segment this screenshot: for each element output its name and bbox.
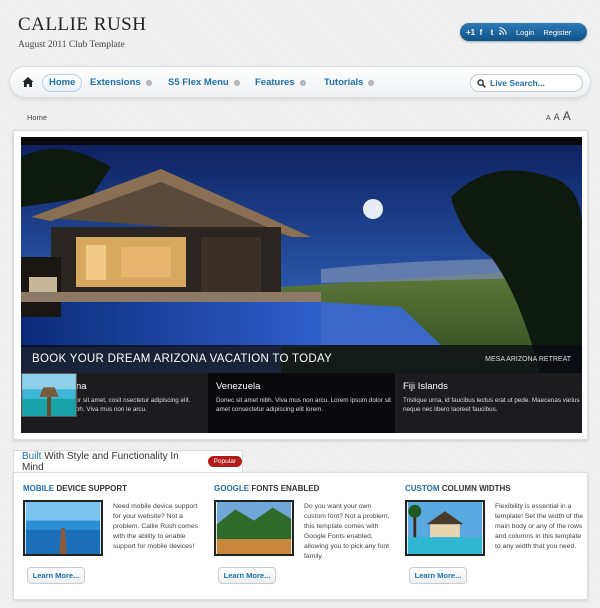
slide-thumbnails: Mesa Arizona Lorem ipsum dolor sit amet,… [21, 373, 582, 433]
register-link[interactable]: Register [543, 28, 571, 37]
home-icon[interactable] [22, 76, 34, 88]
facebook-icon[interactable]: f [477, 28, 485, 37]
thumb-description: Donec sit amet nibh. Viva mus non arcu. … [216, 397, 391, 413]
feature-title-rest: FONTS ENABLED [251, 484, 320, 493]
nav-item-flex-menu[interactable]: S5 Flex Menu [162, 74, 246, 92]
feature-custom-widths: CUSTOM COLUMN WIDTHS Flexibility is esse… [405, 484, 585, 594]
site-title: CALLIE RUSH [18, 14, 147, 35]
main-navigation: Home Extensions S5 Flex Menu Features Tu… [9, 66, 591, 98]
search-placeholder: Live Search... [490, 78, 545, 88]
slide-caption: BOOK YOUR DREAM ARIZONA VACATION TO TODA… [21, 345, 582, 373]
feature-image [214, 500, 294, 556]
nav-item-label: Extensions [90, 77, 141, 88]
dropdown-indicator-icon [299, 80, 306, 86]
feature-text: Do you want your own custom font? Not a … [304, 503, 390, 560]
section-title: Built With Style and Functionality In Mi… [22, 451, 198, 473]
feature-title-accent: MOBILE [23, 484, 55, 493]
nav-item-features[interactable]: Features [249, 74, 312, 92]
hero-image: BOOK YOUR DREAM ARIZONA VACATION TO TODA… [21, 137, 582, 433]
search-icon [477, 78, 486, 88]
feature-title-rest: DEVICE SUPPORT [56, 484, 128, 493]
nav-item-tutorials[interactable]: Tutorials [318, 74, 380, 92]
thumb-description: Tristique urna, id faucibus lectus erat … [403, 397, 580, 413]
twitter-icon[interactable]: t [488, 28, 496, 37]
font-size-large[interactable]: A [563, 109, 571, 123]
feature-title-accent: CUSTOM [405, 484, 440, 493]
nav-item-home[interactable]: Home [42, 74, 83, 92]
search-input[interactable]: Live Search... [470, 74, 583, 92]
feature-text: Flexibility is essential in a template! … [495, 503, 584, 550]
feature-title-accent: GOOGLE [214, 484, 250, 493]
font-size-small[interactable]: A [546, 115, 551, 122]
login-link[interactable]: Login [516, 28, 534, 37]
section-heading: Built With Style and Functionality In Mi… [13, 450, 243, 473]
feature-title-rest: COLUMN WIDTHS [441, 484, 511, 493]
dropdown-indicator-icon [233, 80, 240, 86]
thumb-title: Venezuela [216, 381, 261, 392]
site-subtitle: August 2011 Club Template [18, 40, 125, 50]
thumbnail-image [21, 373, 77, 417]
feature-title: GOOGLE FONTS ENABLED [214, 484, 394, 493]
feature-google-fonts: GOOGLE FONTS ENABLED Do you want your ow… [214, 484, 394, 594]
feature-title: MOBILE DEVICE SUPPORT [23, 484, 203, 493]
slide-caption-title: BOOK YOUR DREAM ARIZONA VACATION TO TODA… [32, 353, 333, 365]
section-title-accent: Built [22, 450, 42, 462]
top-utility-bar: +1 f t Login Register [460, 23, 587, 41]
feature-title: CUSTOM COLUMN WIDTHS [405, 484, 585, 493]
dropdown-indicator-icon [145, 80, 152, 86]
breadcrumb[interactable]: Home [27, 113, 47, 122]
learn-more-button[interactable]: Learn More... [27, 567, 85, 584]
slide-thumb-fiji-islands[interactable]: Fiji Islands Tristique urna, id faucibus… [21, 373, 582, 433]
rss-icon[interactable] [499, 27, 507, 37]
learn-more-button[interactable]: Learn More... [218, 567, 276, 584]
feature-mobile-support: MOBILE DEVICE SUPPORT Need mobile device… [23, 484, 203, 594]
nav-item-label: Home [49, 77, 76, 88]
section-title-rest: With Style and Functionality In Mind [22, 450, 179, 473]
nav-item-label: Tutorials [324, 77, 364, 88]
feature-image [405, 500, 485, 556]
popular-badge: Popular [207, 456, 242, 467]
google-plus-icon[interactable]: +1 [466, 28, 475, 37]
features-panel: MOBILE DEVICE SUPPORT Need mobile device… [13, 472, 588, 600]
nav-item-label: S5 Flex Menu [168, 77, 229, 88]
nav-item-label: Features [255, 77, 295, 88]
feature-image [23, 500, 103, 556]
learn-more-button[interactable]: Learn More... [409, 567, 467, 584]
thumb-title: Fiji Islands [403, 381, 448, 392]
feature-text: Need mobile device support for your webs… [113, 503, 198, 550]
slide-thumb-venezuela[interactable]: Venezuela Donec sit amet nibh. Viva mus … [21, 373, 395, 433]
hero-slideshow: BOOK YOUR DREAM ARIZONA VACATION TO TODA… [13, 130, 588, 440]
font-size-medium[interactable]: A [554, 112, 560, 122]
site-logo[interactable]: CALLIE RUSH August 2011 Club Template [18, 14, 146, 50]
font-size-controls: A A A [546, 109, 571, 123]
slide-caption-location: MESA ARIZONA RETREAT [485, 355, 571, 363]
dropdown-indicator-icon [368, 80, 375, 86]
nav-item-extensions[interactable]: Extensions [84, 74, 158, 92]
